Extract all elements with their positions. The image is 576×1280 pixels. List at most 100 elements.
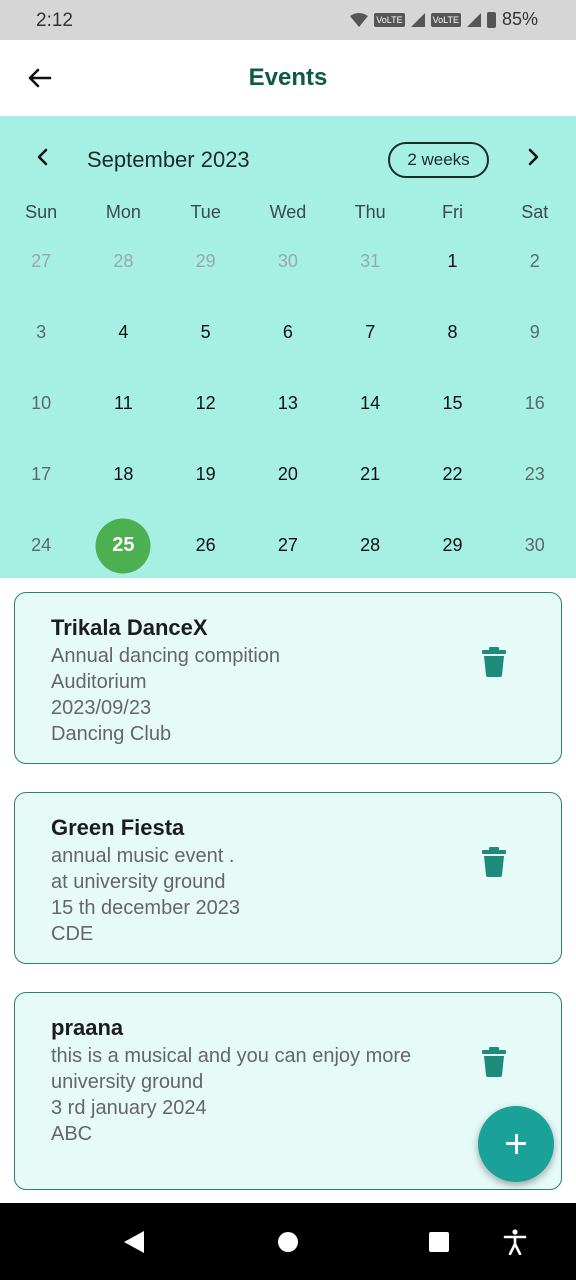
calendar-format-button[interactable]: 2 weeks: [388, 142, 489, 178]
event-date: 3 rd january 2024: [51, 1097, 207, 1119]
calendar-header: September 2023 2 weeks: [0, 116, 576, 202]
calendar-day[interactable]: 13: [247, 368, 329, 439]
calendar-day[interactable]: 22: [411, 439, 493, 510]
calendar-day[interactable]: 17: [0, 439, 82, 510]
status-time: 2:12: [36, 10, 73, 31]
app-bar: Events: [0, 40, 576, 116]
event-name: Green Fiesta: [51, 815, 185, 840]
event-name: praana: [51, 1015, 124, 1040]
calendar-day[interactable]: 5: [165, 297, 247, 368]
chevron-right-icon[interactable]: [522, 146, 544, 168]
chevron-left-icon[interactable]: [32, 146, 54, 168]
nav-home-icon[interactable]: [278, 1232, 298, 1252]
weekday-label: Wed: [269, 202, 307, 222]
weekday-label: Fri: [441, 202, 463, 222]
event-location: university ground: [51, 1071, 204, 1093]
calendar-day[interactable]: 19: [165, 439, 247, 510]
calendar-day[interactable]: 26: [165, 510, 247, 581]
calendar-day[interactable]: 7: [329, 297, 411, 368]
calendar-day[interactable]: 20: [247, 439, 329, 510]
trash-icon[interactable]: [481, 647, 507, 677]
calendar-day[interactable]: 30: [247, 226, 329, 297]
signal-icon-2: [466, 12, 481, 27]
event-details: Annual dancing compition Auditorium 2023…: [51, 643, 421, 747]
volte-badge: VoLTE: [374, 12, 405, 27]
calendar-day[interactable]: 3: [0, 297, 82, 368]
calendar-day[interactable]: 27: [0, 226, 82, 297]
calendar-week: 17 18 19 20 21 22 23: [0, 439, 576, 510]
weekday-label: Thu: [354, 202, 386, 222]
nav-recents-icon[interactable]: [429, 1232, 449, 1252]
calendar-day[interactable]: 24: [0, 510, 82, 581]
status-icons: VoLTE VoLTE 85%: [350, 9, 538, 30]
event-location: at university ground: [51, 871, 226, 893]
calendar-grid: 27 28 29 30 31 1 2 3 4 5 6 7 8 9 10 11 1…: [0, 226, 576, 581]
event-card[interactable]: Trikala DanceX Annual dancing compition …: [14, 592, 562, 764]
event-description: Annual dancing compition: [51, 645, 281, 667]
calendar-week: 3 4 5 6 7 8 9: [0, 297, 576, 368]
nav-back-icon[interactable]: [124, 1231, 144, 1253]
event-organizer: ABC: [51, 1123, 93, 1145]
calendar-day[interactable]: 10: [0, 368, 82, 439]
calendar-day[interactable]: 18: [82, 439, 164, 510]
calendar-day[interactable]: 29: [165, 226, 247, 297]
event-details: this is a musical and you can enjoy more…: [51, 1043, 421, 1147]
add-event-button[interactable]: [478, 1106, 554, 1182]
weekday-label: Sat: [521, 202, 549, 222]
event-description: this is a musical and you can enjoy more: [51, 1045, 412, 1067]
system-nav-bar: [0, 1203, 576, 1280]
event-organizer: Dancing Club: [51, 723, 172, 745]
accessibility-icon[interactable]: [503, 1229, 527, 1255]
calendar-day[interactable]: 4: [82, 297, 164, 368]
event-card[interactable]: Green Fiesta annual music event . at uni…: [14, 792, 562, 964]
plus-icon-vertical: [514, 1134, 518, 1154]
calendar-day[interactable]: 1: [411, 226, 493, 297]
calendar-day[interactable]: 28: [329, 510, 411, 581]
events-list: Trikala DanceX Annual dancing compition …: [0, 578, 576, 1203]
calendar-day[interactable]: 11: [82, 368, 164, 439]
weekday-label: Sun: [25, 202, 58, 222]
calendar-day[interactable]: 30: [494, 510, 576, 581]
calendar-day[interactable]: 2: [494, 226, 576, 297]
calendar-day[interactable]: 9: [494, 297, 576, 368]
calendar-day[interactable]: 8: [411, 297, 493, 368]
calendar-week: 10 11 12 13 14 15 16: [0, 368, 576, 439]
event-card[interactable]: praana this is a musical and you can enj…: [14, 992, 562, 1190]
volte-badge-2: VoLTE: [430, 12, 461, 27]
trash-icon[interactable]: [481, 1047, 507, 1077]
calendar-week: 27 28 29 30 31 1 2: [0, 226, 576, 297]
calendar-day[interactable]: 15: [411, 368, 493, 439]
calendar-week: 24 25 26 27 28 29 30: [0, 510, 576, 581]
calendar-day[interactable]: 29: [411, 510, 493, 581]
event-organizer: CDE: [51, 923, 94, 945]
calendar-day[interactable]: 23: [494, 439, 576, 510]
battery-percent: 85%: [501, 9, 538, 29]
calendar: September 2023 2 weeks Sun Mon Tue Wed T…: [0, 116, 576, 578]
calendar-month-label: September 2023: [87, 147, 250, 172]
event-date: 2023/09/23: [51, 697, 152, 719]
page-title: Events: [248, 64, 328, 91]
calendar-day[interactable]: 28: [82, 226, 164, 297]
calendar-day[interactable]: 16: [494, 368, 576, 439]
event-name: Trikala DanceX: [51, 615, 208, 640]
status-bar: 2:12 VoLTE VoLTE 85%: [0, 0, 576, 40]
weekday-label: Mon: [105, 202, 141, 222]
calendar-day[interactable]: 21: [329, 439, 411, 510]
selected-day-number: 25: [112, 534, 135, 556]
weekday-label: Tue: [190, 202, 221, 222]
battery-icon: [486, 11, 496, 28]
event-date: 15 th december 2023: [51, 897, 241, 919]
calendar-day[interactable]: 6: [247, 297, 329, 368]
event-details: annual music event . at university groun…: [51, 843, 421, 947]
calendar-day[interactable]: 27: [247, 510, 329, 581]
signal-icon: [410, 12, 425, 27]
event-location: Auditorium: [51, 671, 147, 693]
calendar-day-selected[interactable]: 25: [82, 510, 164, 581]
calendar-day[interactable]: 31: [329, 226, 411, 297]
calendar-day[interactable]: 14: [329, 368, 411, 439]
wifi-icon: [350, 12, 369, 27]
trash-icon[interactable]: [481, 847, 507, 877]
weekday-row: Sun Mon Tue Wed Thu Fri Sat: [0, 202, 576, 228]
event-description: annual music event .: [51, 845, 235, 867]
calendar-day[interactable]: 12: [165, 368, 247, 439]
